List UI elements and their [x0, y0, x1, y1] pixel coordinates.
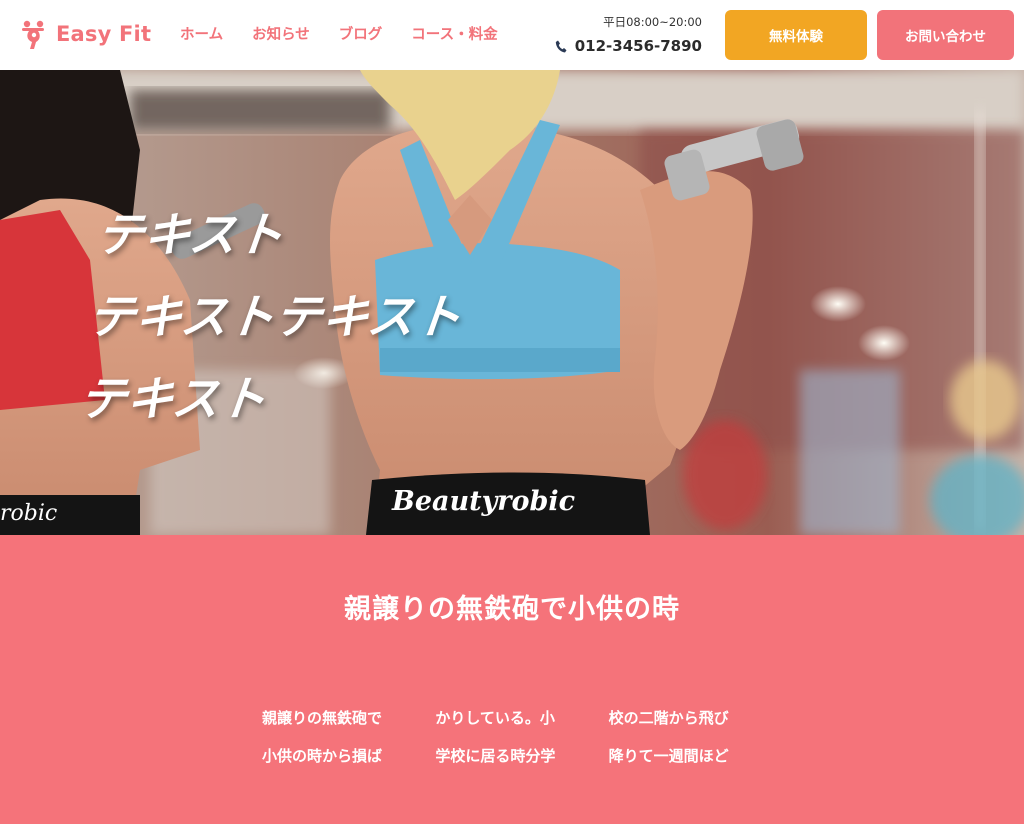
text-line: かりしている。小	[435, 709, 555, 727]
text-line: 小供の時から損ば	[262, 747, 383, 765]
text-line: 校の二階から飛び	[608, 709, 729, 727]
svg-text:robic: robic	[0, 501, 57, 526]
text-column-2: かりしている。小 学校に居る時分学	[435, 699, 608, 775]
opening-hours: 平日08:00~20:00	[603, 15, 702, 29]
text-column-3: 校の二階から飛び 降りて一週間ほど	[609, 699, 782, 775]
hero-heading: テキスト テキストテキスト テキスト	[75, 195, 661, 441]
dumbbell-woman-logo-icon	[22, 20, 44, 49]
main-nav: ホーム お知らせ ブログ コース・料金	[180, 23, 527, 44]
text-line: 親譲りの無鉄砲で	[262, 709, 383, 727]
text-line: 降りて一週間ほど	[608, 747, 729, 765]
hero: robic Beautyrobic テキスト テキストテキスト テキスト	[0, 70, 1024, 535]
logo-text: Easy Fit	[56, 22, 152, 46]
contact-button[interactable]: お問い合わせ	[877, 10, 1014, 60]
text-line: 学校に居る時分学	[435, 747, 556, 765]
nav-item-home[interactable]: ホーム	[180, 23, 223, 44]
nav-item-course[interactable]: コース・料金	[411, 23, 497, 44]
phone-icon	[555, 40, 567, 52]
nav-item-news[interactable]: お知らせ	[252, 23, 310, 44]
hero-heading-line-2: テキストテキスト	[85, 290, 465, 345]
section-title: 親譲りの無鉄砲で小供の時	[344, 594, 680, 625]
phone-link[interactable]: 012-3456-7890	[555, 37, 702, 55]
site-header: Easy Fit ホーム お知らせ ブログ コース・料金 平日08:00~20:…	[0, 0, 1024, 70]
phone-number: 012-3456-7890	[574, 37, 702, 55]
text-columns: 親譲りの無鉄砲で 小供の時から損ば かりしている。小 学校に居る時分学 校の二階…	[262, 699, 782, 775]
hero-heading-line-1: テキスト	[93, 208, 287, 263]
text-column-1: 親譲りの無鉄砲で 小供の時から損ば	[262, 699, 435, 775]
nav-item-blog[interactable]: ブログ	[339, 23, 383, 44]
shorts-brand-text: Beautyrobic	[391, 486, 575, 517]
hero-heading-line-3: テキスト	[76, 372, 269, 427]
free-trial-button[interactable]: 無料体験	[725, 10, 867, 60]
intro-section: 親譲りの無鉄砲で小供の時 親譲りの無鉄砲で 小供の時から損ば かりしている。小 …	[0, 535, 1024, 824]
logo[interactable]: Easy Fit	[18, 14, 151, 54]
contact-info: 平日08:00~20:00 012-3456-7890	[555, 14, 702, 55]
